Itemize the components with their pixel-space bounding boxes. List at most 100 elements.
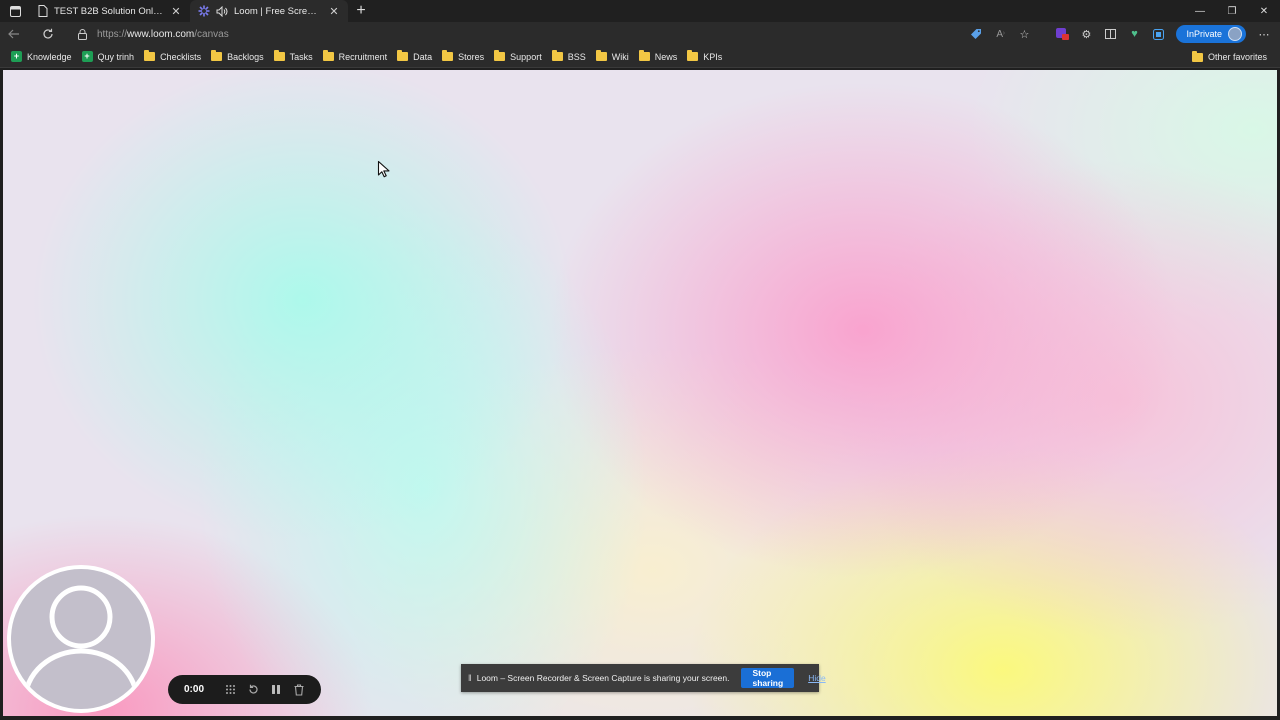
favorite-label: News — [654, 51, 678, 62]
sheet-icon: + — [11, 51, 22, 62]
recording-controls: 0:00 — [168, 675, 321, 704]
new-tab-button[interactable]: + — [348, 0, 374, 22]
favorite-label: KPIs — [703, 51, 723, 62]
more-menu-icon[interactable]: ⋯ — [1252, 22, 1276, 46]
url-host: www.loom.com — [127, 28, 195, 40]
favorite-label: Data — [413, 51, 433, 62]
refresh-button[interactable] — [34, 22, 62, 46]
browser-toolbar: https://www.loom.com/canvas A ⁾ ☆ ⚙ ♥ InP… — [0, 22, 1280, 46]
other-favorites-label: Other favorites — [1207, 52, 1267, 62]
stop-sharing-button[interactable]: Stop sharing — [741, 668, 795, 688]
favorite-wiki[interactable]: Wiki — [591, 47, 634, 67]
back-button[interactable] — [0, 22, 28, 46]
page-icon — [38, 5, 48, 17]
favorite-data[interactable]: Data — [392, 47, 437, 67]
tab-title: TEST B2B Solution Only - Hoang — [54, 5, 164, 17]
extension-loom-icon[interactable] — [1050, 22, 1074, 46]
url-path: /canvas — [194, 28, 229, 40]
folder-icon — [273, 50, 285, 61]
favorite-label: Wiki — [611, 51, 629, 62]
folder-icon — [442, 50, 454, 61]
favorite-kpis[interactable]: KPIs — [682, 47, 727, 67]
inprivate-label: InPrivate — [1186, 29, 1222, 39]
favorite-knowledge[interactable]: + Knowledge — [6, 47, 77, 67]
speaker-icon[interactable] — [216, 5, 228, 17]
sharing-message: Loom – Screen Recorder & Screen Capture … — [476, 673, 730, 683]
refresh-icon — [43, 28, 53, 39]
favorites-bar: + Knowledge + Quy trinh Checklists Backlog… — [0, 46, 1280, 68]
folder-icon — [551, 50, 563, 61]
favorite-label: Support — [510, 51, 542, 62]
other-favorites[interactable]: Other favorites — [1187, 46, 1272, 68]
hide-link[interactable]: Hide — [808, 673, 825, 683]
favorite-label: Recruitment — [338, 51, 388, 62]
close-tab-icon[interactable]: ✕ — [170, 5, 182, 18]
loom-canvas — [3, 70, 1277, 716]
favorite-backlogs[interactable]: Backlogs — [206, 47, 269, 67]
tab-actions-button[interactable] — [0, 0, 30, 22]
folder-icon — [595, 50, 607, 61]
profile-avatar — [1228, 27, 1242, 41]
favorite-quy-trinh[interactable]: + Quy trinh — [77, 47, 140, 67]
favorite-news[interactable]: News — [634, 47, 683, 67]
close-tab-icon[interactable]: ✕ — [328, 5, 340, 18]
camera-bubble[interactable] — [7, 565, 155, 713]
sheet-icon: + — [81, 51, 93, 62]
favorite-recruitment[interactable]: Recruitment — [318, 47, 393, 67]
extensions-puzzle-icon[interactable]: ⚙ — [1074, 22, 1098, 46]
folder-icon — [322, 50, 334, 61]
toolbar-right: A ⁾ ☆ ⚙ ♥ InPrivate ⋯ — [964, 22, 1280, 46]
close-window-icon[interactable]: ✕ — [1248, 0, 1280, 22]
favorite-star-icon[interactable]: ☆ — [1012, 22, 1036, 46]
back-arrow-icon — [8, 29, 19, 39]
mouse-cursor-icon — [377, 160, 390, 178]
coupon-tag-icon[interactable] — [964, 22, 988, 46]
favorite-label: Backlogs — [227, 51, 264, 62]
window-bottom-edge — [0, 716, 1280, 720]
pause-icon[interactable] — [269, 683, 283, 697]
favorite-label: BSS — [567, 51, 586, 62]
favorite-stores[interactable]: Stores — [437, 47, 489, 67]
folder-icon — [687, 50, 699, 61]
url-text[interactable]: https://www.loom.com/canvas — [97, 29, 229, 40]
restart-icon[interactable] — [246, 683, 260, 697]
window-controls: — ❐ ✕ — [1184, 0, 1280, 22]
screen-sharing-bar: ‖ Loom – Screen Recorder & Screen Captur… — [461, 664, 826, 692]
browser-essentials-icon[interactable]: ♥ — [1122, 22, 1146, 46]
tab-loom[interactable]: Loom | Free Screen & Video ✕ — [190, 0, 348, 22]
address-bar[interactable]: https://www.loom.com/canvas — [68, 24, 948, 44]
favorite-support[interactable]: Support — [489, 47, 547, 67]
tab-strip: TEST B2B Solution Only - Hoang ✕ Loom | … — [0, 0, 1280, 22]
tab-title: Loom | Free Screen & Video — [234, 5, 322, 17]
avatar-placeholder-icon — [22, 585, 140, 702]
favorite-tasks[interactable]: Tasks — [269, 47, 318, 67]
loom-icon — [198, 5, 210, 17]
trash-icon[interactable] — [292, 683, 306, 697]
minimize-icon[interactable]: — — [1184, 0, 1216, 22]
favorite-checklists[interactable]: Checklists — [139, 47, 206, 67]
url-scheme: https:// — [97, 28, 128, 40]
inprivate-badge[interactable]: InPrivate — [1176, 25, 1246, 43]
split-screen-icon[interactable] — [1098, 22, 1122, 46]
lock-icon[interactable] — [78, 28, 87, 40]
favorite-label: Quy trinh — [97, 51, 135, 62]
favorite-label: Checklists — [160, 51, 202, 62]
collections-icon[interactable] — [1146, 22, 1170, 46]
restore-icon[interactable]: ❐ — [1216, 0, 1248, 22]
tab-test-b2b[interactable]: TEST B2B Solution Only - Hoang ✕ — [30, 0, 190, 22]
recording-timer: 0:00 — [184, 684, 205, 695]
favorite-bss[interactable]: BSS — [547, 47, 591, 67]
favorite-label: Knowledge — [27, 51, 72, 62]
folder-icon — [397, 50, 409, 61]
read-aloud-icon[interactable]: A ⁾ — [988, 22, 1012, 46]
folder-icon — [494, 50, 506, 61]
drag-grid-icon[interactable] — [223, 683, 237, 697]
favorite-label: Tasks — [289, 51, 313, 62]
folder-icon — [638, 50, 650, 61]
drag-handle-icon[interactable]: ‖ — [468, 673, 472, 683]
tab-actions-icon — [9, 5, 21, 17]
folder-icon — [144, 50, 156, 61]
folder-icon — [1191, 50, 1203, 62]
favorite-label: Stores — [458, 51, 485, 62]
folder-icon — [211, 50, 223, 61]
